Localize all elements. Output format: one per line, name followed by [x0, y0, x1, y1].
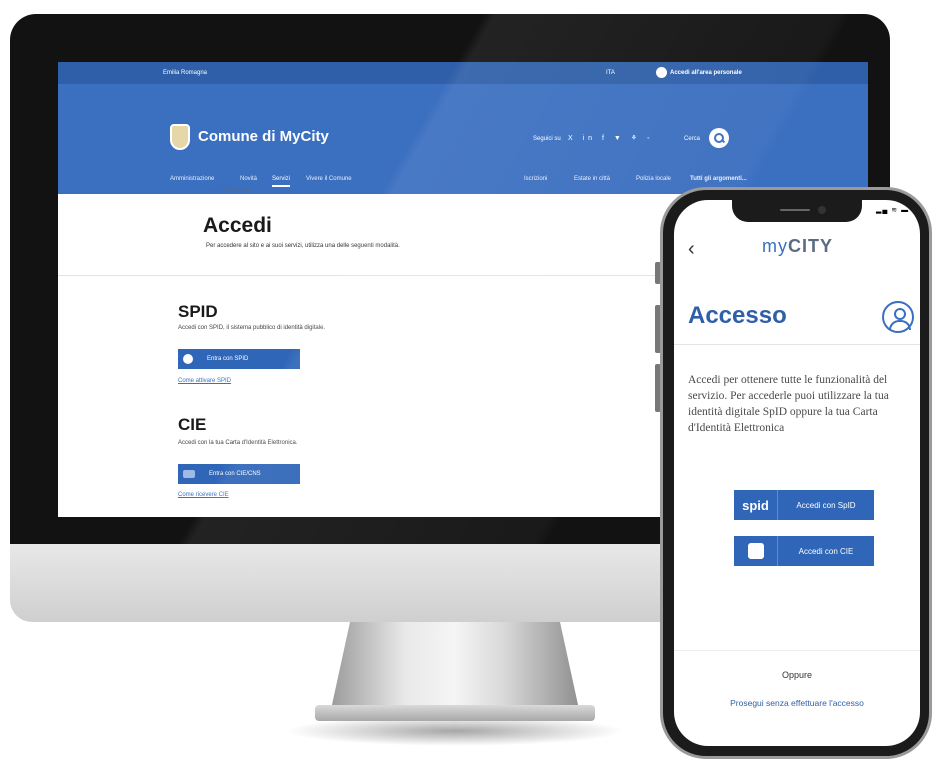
spid-description: Accedi con SPID, il sistema pubblico di … — [178, 325, 326, 331]
cie-description: Accedi con la tua Carta d'Identità Elett… — [178, 440, 298, 446]
user-icon — [656, 67, 667, 78]
monitor-base — [315, 705, 595, 721]
page-title: Accedi — [203, 214, 272, 237]
access-description: Accedi per ottenere tutte le funzionalit… — [688, 374, 889, 434]
page-subtitle: Per accedere al sito e ai suoi servizi, … — [206, 243, 400, 249]
spid-title: SPID — [178, 302, 218, 321]
site-topbar: Emilia Romagna ITA Accedi all'area perso… — [58, 62, 868, 84]
status-bar-icons: ▂▄ ≋ ▬ — [876, 207, 910, 214]
cie-login-button[interactable]: Entra con CIE/CNS — [178, 464, 300, 484]
city-crest-icon — [170, 124, 190, 150]
back-chevron-icon[interactable]: ‹ — [688, 238, 695, 261]
nav-iscrizioni[interactable]: Iscrizioni — [524, 176, 547, 182]
login-link[interactable]: Accedi all'area personale — [670, 70, 742, 76]
nav-polizia-locale[interactable]: Polizia locale — [636, 176, 671, 182]
id-card-icon — [183, 470, 195, 478]
phone-title: Accesso — [688, 302, 787, 329]
logo-city: CITY — [788, 236, 834, 256]
spid-login-label: Entra con SPID — [207, 356, 249, 362]
spid-info-link[interactable]: Come attivare SPID — [178, 378, 231, 384]
cie-info-link[interactable]: Come ricevere CIE — [178, 492, 229, 498]
region-label: Emilia Romagna — [163, 70, 208, 76]
oppure-label: Oppure — [781, 670, 813, 680]
breadcrumb-home[interactable]: Home — [206, 188, 222, 194]
divider — [674, 344, 920, 345]
divider — [674, 650, 920, 651]
phone-cie-button[interactable]: Accedi con CIE — [734, 536, 874, 566]
monitor-stand — [330, 622, 580, 714]
user-profile-icon[interactable] — [882, 301, 914, 333]
search-icon[interactable] — [709, 128, 729, 148]
phone-notch — [732, 200, 862, 222]
language-selector[interactable]: ITA — [606, 70, 615, 76]
nav-servizi[interactable]: Servizi — [272, 176, 291, 187]
cie-title: CIE — [178, 415, 207, 434]
breadcrumb: Home / Accesso — [206, 188, 249, 194]
app-logo: myCITY — [762, 236, 833, 257]
cie-mark — [747, 543, 764, 559]
breadcrumb-current: / Accesso — [223, 188, 250, 194]
spid-user-icon — [183, 354, 193, 364]
cie-logo-icon — [734, 536, 778, 566]
spid-logo: spid — [734, 490, 778, 520]
nav-novita[interactable]: Novità — [240, 176, 257, 182]
logo-my: my — [762, 236, 788, 256]
site-header: Comune di MyCity Seguici su X in f ▼ ⚘ ◦… — [58, 84, 868, 194]
social-label: Seguici su — [533, 136, 561, 142]
search-label: Cerca — [684, 136, 701, 142]
continue-without-login-link[interactable]: Prosegui senza effettuare l'accesso — [674, 698, 920, 708]
nav-tutti-gli-argomenti[interactable]: Tutti gli argomenti... — [690, 176, 747, 182]
phone-cie-label: Accedi con CIE — [798, 546, 854, 556]
site-name[interactable]: Comune di MyCity — [198, 128, 329, 145]
cie-login-label: Entra con CIE/CNS — [209, 471, 261, 477]
nav-vivere-il-comune[interactable]: Vivere il Comune — [306, 176, 352, 182]
speaker-grille — [780, 209, 810, 211]
nav-estate-in-citta[interactable]: Estate in città — [574, 176, 610, 182]
spid-login-button[interactable]: Entra con SPID — [178, 349, 300, 369]
nav-amministrazione[interactable]: Amministrazione — [170, 176, 214, 182]
social-icons[interactable]: X in f ▼ ⚘ ◦ — [568, 134, 653, 142]
phone-spid-button[interactable]: spid Accedi con SpID — [734, 490, 874, 520]
phone-spid-label: Accedi con SpID — [796, 500, 856, 510]
phone-screen: ▂▄ ≋ ▬ ‹ myCITY Accesso Accedi per otten… — [674, 200, 920, 746]
camera-icon — [818, 206, 826, 214]
